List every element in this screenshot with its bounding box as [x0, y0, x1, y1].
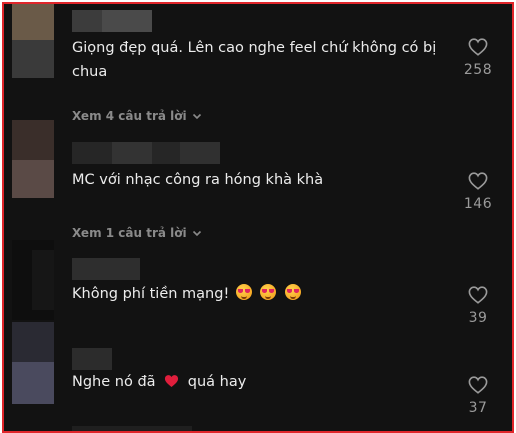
avatar[interactable] [12, 120, 54, 198]
red-heart-icon [165, 375, 179, 387]
comments-panel: Giọng đẹp quá. Lên cao nghe feel chứ khô… [2, 2, 514, 433]
comment-text: MC với nhạc công ra hóng khà khà [72, 172, 324, 188]
comment-text-before: Nghe nó đã [72, 374, 156, 390]
heart-eyes-emoji-icon [235, 284, 252, 300]
username-redacted[interactable] [72, 348, 112, 370]
like-count: 258 [463, 62, 493, 78]
like-count: 146 [463, 196, 493, 212]
heart-outline-icon [468, 172, 488, 190]
heart-outline-icon [468, 38, 488, 56]
heart-eyes-emoji-icon [260, 284, 277, 300]
chevron-down-icon [192, 230, 201, 237]
avatar[interactable] [12, 240, 54, 320]
like-button[interactable]: 39 [459, 286, 497, 326]
username-redacted[interactable] [72, 142, 220, 164]
comment-text: Giọng đẹp quá. Lên cao nghe feel chứ khô… [72, 40, 437, 80]
avatar[interactable] [12, 322, 54, 404]
view-replies-label: Xem 4 câu trả lời [72, 109, 187, 123]
view-replies-button[interactable]: Xem 1 câu trả lời [72, 226, 203, 240]
like-count: 37 [468, 400, 488, 416]
view-replies-button[interactable]: Xem 4 câu trả lời [72, 109, 203, 123]
heart-outline-icon [468, 286, 488, 304]
comment-text-after: quá hay [187, 374, 247, 390]
chevron-down-icon [192, 113, 201, 120]
like-button[interactable]: 37 [459, 376, 497, 416]
comment-text: Nghe nó đã quá hay [72, 370, 452, 394]
heart-eyes-emoji-icon [285, 284, 302, 300]
heart-outline-icon [468, 376, 488, 394]
view-replies-label: Xem 1 câu trả lời [72, 226, 187, 240]
next-username-redacted [72, 426, 192, 431]
like-button[interactable]: 258 [459, 38, 497, 78]
username-redacted[interactable] [72, 258, 140, 280]
username-redacted[interactable] [72, 10, 152, 32]
comment-text: Không phí tiền mạng! [72, 282, 452, 306]
like-count: 39 [468, 310, 488, 326]
comment-text-content: Không phí tiền mạng! [72, 286, 230, 302]
avatar[interactable] [12, 4, 54, 78]
like-button[interactable]: 146 [459, 172, 497, 212]
